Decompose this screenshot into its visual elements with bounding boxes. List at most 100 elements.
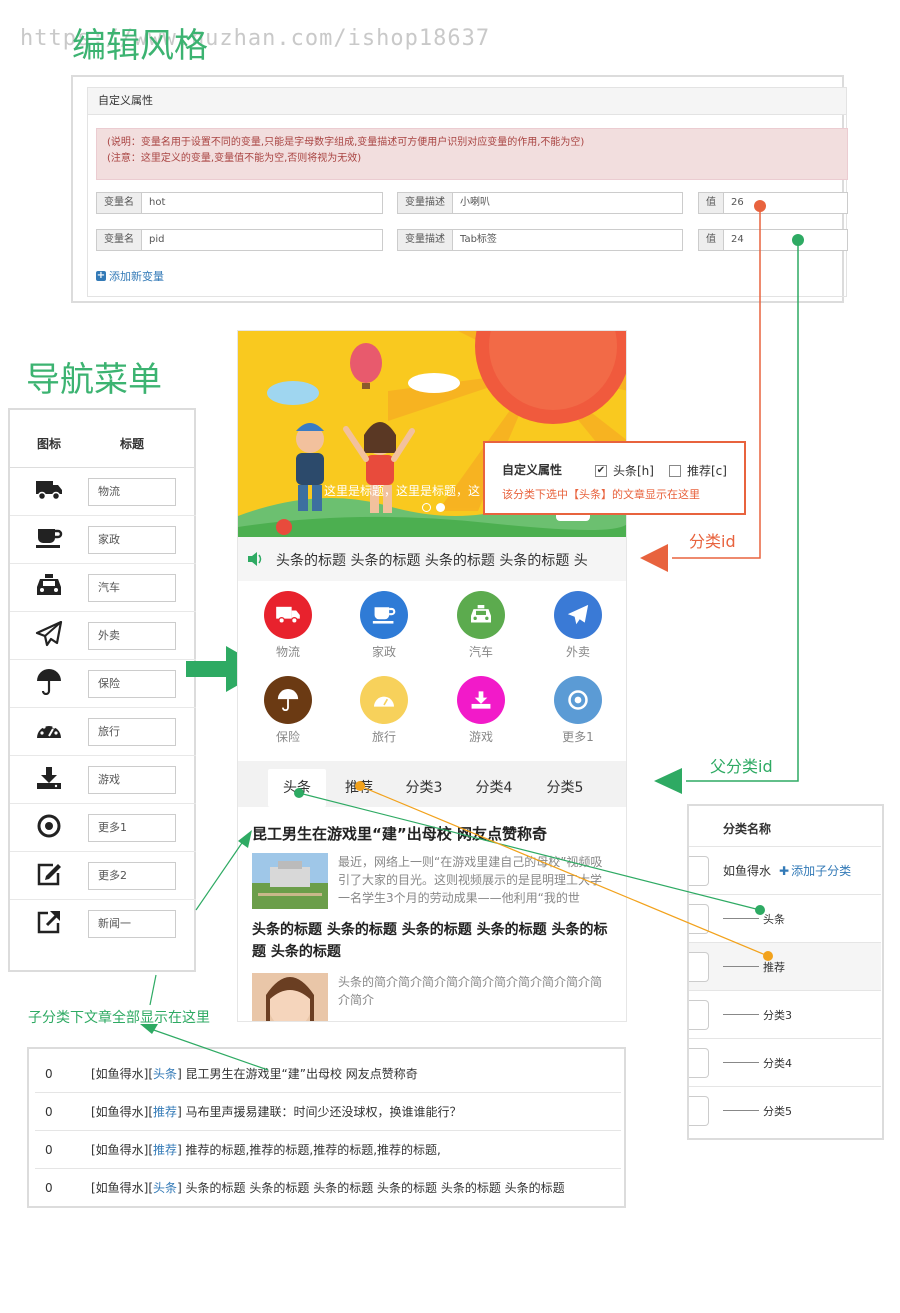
nav-row: 外卖 bbox=[10, 612, 196, 660]
item-number: 0 bbox=[45, 1105, 53, 1119]
nav-title-input[interactable]: 更多2 bbox=[88, 861, 176, 890]
nav-table-header: 图标 标题 bbox=[10, 420, 196, 468]
row-checkbox[interactable] bbox=[689, 1095, 709, 1126]
category-child-row: 分类3 bbox=[689, 990, 881, 1038]
article-title[interactable]: 头条的标题 头条的标题 头条的标题 头条的标题 头条的标题 头条的标题 bbox=[252, 919, 614, 963]
custom-attribute-panel: 自定义属性 (说明：变量名用于设置不同的变量,只能是字母数字组成,变量描述可方便… bbox=[71, 75, 848, 303]
checkbox-checked-icon[interactable]: ✔ bbox=[595, 464, 607, 477]
plus-icon: ✚ bbox=[779, 863, 790, 878]
variable-desc-group: 变量描述 小喇叭 bbox=[397, 192, 683, 214]
category-root-name: 如鱼得水 bbox=[723, 864, 772, 878]
article-list: 0 [如鱼得水][头条] 昆工男生在游戏里“建”出母校 网友点赞称奇 0 [如鱼得水… bbox=[27, 1047, 626, 1208]
var-value-input[interactable]: 24 bbox=[724, 229, 848, 251]
article-thumbnail[interactable] bbox=[252, 973, 328, 1022]
tab-recommend[interactable]: 推荐 bbox=[330, 769, 388, 807]
item-title: [如鱼得水][推荐] 马布里声援易建联：时间少还没球权，换谁谁能行？ bbox=[91, 1105, 462, 1119]
carousel-dot-active[interactable] bbox=[436, 503, 445, 512]
edit-icon bbox=[10, 861, 88, 891]
tab-headline[interactable]: 头条 bbox=[268, 769, 326, 807]
nav-title-input[interactable]: 汽车 bbox=[88, 573, 176, 602]
taxi-icon bbox=[10, 573, 88, 602]
variable-value-group: 值 24 bbox=[698, 229, 848, 251]
annotation-parent-category-id: 父分类id bbox=[710, 757, 773, 776]
dashboard-icon bbox=[10, 718, 88, 746]
var-desc-label: 变量描述 bbox=[397, 229, 453, 251]
article-thumbnail[interactable] bbox=[252, 853, 328, 909]
nav-row: 物流 bbox=[10, 468, 196, 516]
list-item[interactable]: 0 [如鱼得水][头条] 昆工男生在游戏里“建”出母校 网友点赞称奇 bbox=[35, 1055, 621, 1093]
ticker-bar: 头条的标题 头条的标题 头条的标题 头条的标题 头 bbox=[238, 537, 626, 581]
variable-value-group: 值 26 bbox=[698, 192, 848, 214]
row-checkbox[interactable] bbox=[689, 999, 709, 1030]
var-name-input[interactable]: hot bbox=[142, 192, 383, 214]
custom-attr-popup: 自定义属性 ✔ 头条[h] 推荐[c] 该分类下选中【头条】的文章显示在这里 bbox=[483, 441, 746, 515]
category-item[interactable]: 游戏 bbox=[445, 676, 517, 745]
category-item[interactable]: 外卖 bbox=[542, 591, 614, 660]
checkbox-recommend-label: 推荐[c] bbox=[687, 464, 727, 478]
category-item[interactable]: 旅行 bbox=[348, 676, 420, 745]
category-child-name[interactable]: 推荐 bbox=[763, 959, 785, 975]
speaker-icon bbox=[248, 552, 262, 566]
category-item[interactable]: 家政 bbox=[348, 591, 420, 660]
tab-category-4[interactable]: 分类4 bbox=[464, 769, 524, 807]
nav-title-input[interactable]: 游戏 bbox=[88, 765, 176, 794]
list-item[interactable]: 0 [如鱼得水][头条] 头条的标题 头条的标题 头条的标题 头条的标题 头条的标… bbox=[35, 1169, 621, 1207]
col-icon-header: 图标 bbox=[36, 437, 61, 451]
nav-title-input[interactable]: 外卖 bbox=[88, 621, 176, 650]
var-desc-input[interactable]: Tab标签 bbox=[453, 229, 683, 251]
download-icon bbox=[457, 676, 505, 724]
list-item[interactable]: 0 [如鱼得水][推荐] 马布里声援易建联：时间少还没球权，换谁谁能行？ bbox=[35, 1093, 621, 1131]
category-label: 更多1 bbox=[562, 730, 594, 744]
category-child-name[interactable]: 分类5 bbox=[763, 1103, 792, 1119]
notice-alert: (说明：变量名用于设置不同的变量,只能是字母数字组成,变量描述可方便用户识别对应… bbox=[96, 128, 848, 180]
checkbox-recommend[interactable]: 推荐[c] bbox=[669, 462, 727, 479]
category-child-name[interactable]: 分类4 bbox=[763, 1055, 792, 1071]
value-label: 值 bbox=[698, 229, 724, 251]
nav-title-input[interactable]: 更多1 bbox=[88, 813, 176, 842]
nav-title-input[interactable]: 旅行 bbox=[88, 717, 176, 746]
var-value-input[interactable]: 26 bbox=[724, 192, 848, 214]
nav-row: 更多2 bbox=[10, 852, 196, 900]
row-checkbox[interactable] bbox=[689, 1047, 709, 1078]
paper-plane-icon bbox=[554, 591, 602, 639]
panel-inner: 自定义属性 (说明：变量名用于设置不同的变量,只能是字母数字组成,变量描述可方便… bbox=[87, 87, 848, 297]
tab-category-3[interactable]: 分类3 bbox=[394, 769, 454, 807]
row-checkbox[interactable] bbox=[689, 855, 709, 886]
row-checkbox[interactable] bbox=[689, 903, 709, 934]
nav-title-input[interactable]: 物流 bbox=[88, 477, 176, 506]
article-title[interactable]: 昆工男生在游戏里“建”出母校 网友点赞称奇 bbox=[252, 823, 614, 844]
popup-hint: 该分类下选中【头条】的文章显示在这里 bbox=[502, 488, 700, 501]
category-root-row: 如鱼得水 ✚ 添加子分类 bbox=[689, 846, 881, 894]
item-number: 0 bbox=[45, 1067, 53, 1081]
var-name-input[interactable]: pid bbox=[142, 229, 383, 251]
add-variable-link[interactable]: + 添加新变量 bbox=[96, 268, 164, 284]
var-desc-label: 变量描述 bbox=[397, 192, 453, 214]
category-child-name[interactable]: 头条 bbox=[763, 911, 785, 927]
ticker-text[interactable]: 头条的标题 头条的标题 头条的标题 头条的标题 头 bbox=[276, 550, 588, 570]
checkbox-headline-label: 头条[h] bbox=[613, 464, 654, 478]
var-desc-input[interactable]: 小喇叭 bbox=[453, 192, 683, 214]
row-checkbox[interactable] bbox=[689, 951, 709, 982]
category-item[interactable]: 保险 bbox=[252, 676, 324, 745]
var-name-label: 变量名 bbox=[96, 192, 142, 214]
nav-title-input[interactable]: 家政 bbox=[88, 525, 176, 554]
nav-title-input[interactable]: 保险 bbox=[88, 669, 176, 698]
category-child-row: 分类4 bbox=[689, 1038, 881, 1086]
category-item[interactable]: 汽车 bbox=[445, 591, 517, 660]
nav-menu-table: 图标 标题 物流 家政 汽车 外卖 保险 旅行 游戏 更多1 更多2 新闻一 bbox=[8, 408, 196, 972]
checkbox-unchecked-icon[interactable] bbox=[669, 464, 681, 477]
list-item[interactable]: 0 [如鱼得水][推荐] 推荐的标题,推荐的标题,推荐的标题,推荐的标题, bbox=[35, 1131, 621, 1169]
banner-caption: 这里是标题，这里是标题，这 bbox=[324, 484, 481, 498]
tab-category-5[interactable]: 分类5 bbox=[535, 769, 595, 807]
truck-icon bbox=[10, 479, 88, 505]
paper-plane-icon bbox=[10, 620, 88, 651]
category-child-name[interactable]: 分类3 bbox=[763, 1007, 792, 1023]
checkbox-headline[interactable]: ✔ 头条[h] bbox=[595, 462, 654, 479]
category-item[interactable]: 更多1 bbox=[542, 676, 614, 745]
notice-line-1: (说明：变量名用于设置不同的变量,只能是字母数字组成,变量描述可方便用户识别对应… bbox=[107, 137, 585, 148]
category-item[interactable]: 物流 bbox=[252, 591, 324, 660]
nav-title-input[interactable]: 新闻一 bbox=[88, 910, 176, 938]
add-child-link[interactable]: 添加子分类 bbox=[791, 862, 851, 879]
carousel-dot[interactable] bbox=[422, 503, 431, 512]
category-label: 游戏 bbox=[468, 730, 493, 744]
